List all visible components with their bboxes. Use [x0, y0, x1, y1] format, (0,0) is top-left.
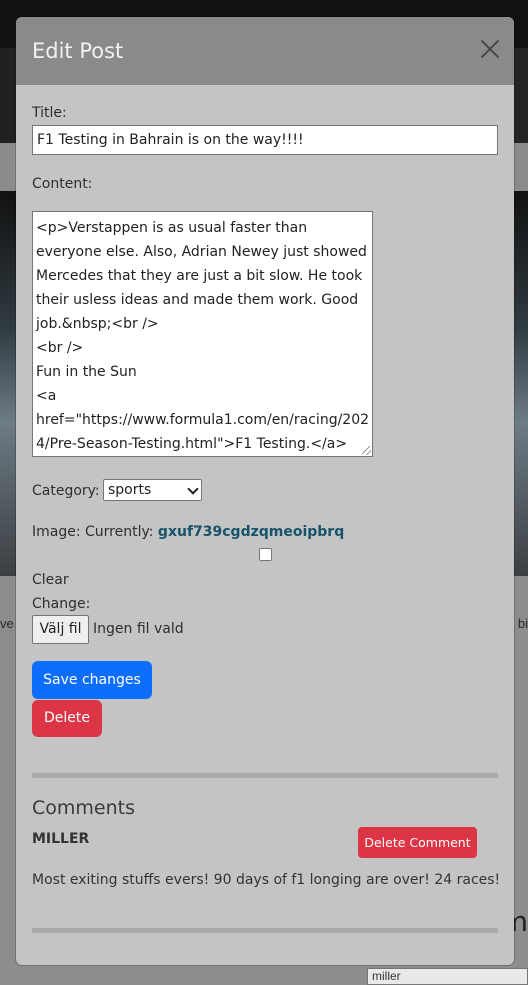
- close-icon[interactable]: [480, 39, 500, 59]
- file-status-text: Ingen fil vald: [93, 621, 184, 637]
- edit-post-modal: Edit Post Title: Content: <p>Verstappen …: [16, 17, 514, 965]
- divider: [32, 773, 498, 778]
- comment-text: Most exiting stuffs evers! 90 days of f1…: [32, 872, 501, 888]
- chevron-down-icon: [187, 483, 199, 495]
- current-image-link[interactable]: gxuf739cgdzqmeoipbrq: [158, 524, 344, 540]
- clear-image-checkbox[interactable]: [259, 548, 272, 561]
- comments-heading: Comments: [32, 797, 135, 819]
- category-select[interactable]: sports: [103, 479, 202, 501]
- background-text-right: bi: [517, 616, 528, 631]
- change-label: Change:: [32, 596, 91, 612]
- image-field: Image: Currently: gxuf739cgdzqmeoipbrq: [32, 524, 344, 540]
- title-input[interactable]: [32, 125, 498, 155]
- category-label: Category:: [32, 483, 100, 499]
- save-changes-button[interactable]: Save changes: [32, 661, 152, 699]
- textarea-resize-handle[interactable]: [362, 446, 371, 455]
- content-textarea[interactable]: <p>Verstappen is as usual faster than ev…: [32, 211, 373, 457]
- modal-header: Edit Post: [16, 17, 514, 85]
- delete-comment-button[interactable]: Delete Comment: [358, 827, 477, 858]
- category-selected-value: sports: [108, 482, 152, 498]
- choose-file-button[interactable]: Välj fil: [32, 615, 89, 644]
- delete-post-button[interactable]: Delete: [32, 700, 102, 737]
- divider: [32, 928, 498, 933]
- modal-title: Edit Post: [32, 39, 124, 63]
- comment-author: MILLER: [32, 831, 90, 847]
- image-label: Image: Currently:: [32, 524, 154, 540]
- background-text-left: ve: [0, 616, 14, 631]
- background-input: miller: [367, 968, 528, 985]
- clear-label: Clear: [32, 572, 69, 588]
- content-label: Content:: [32, 176, 93, 192]
- title-label: Title:: [32, 105, 67, 121]
